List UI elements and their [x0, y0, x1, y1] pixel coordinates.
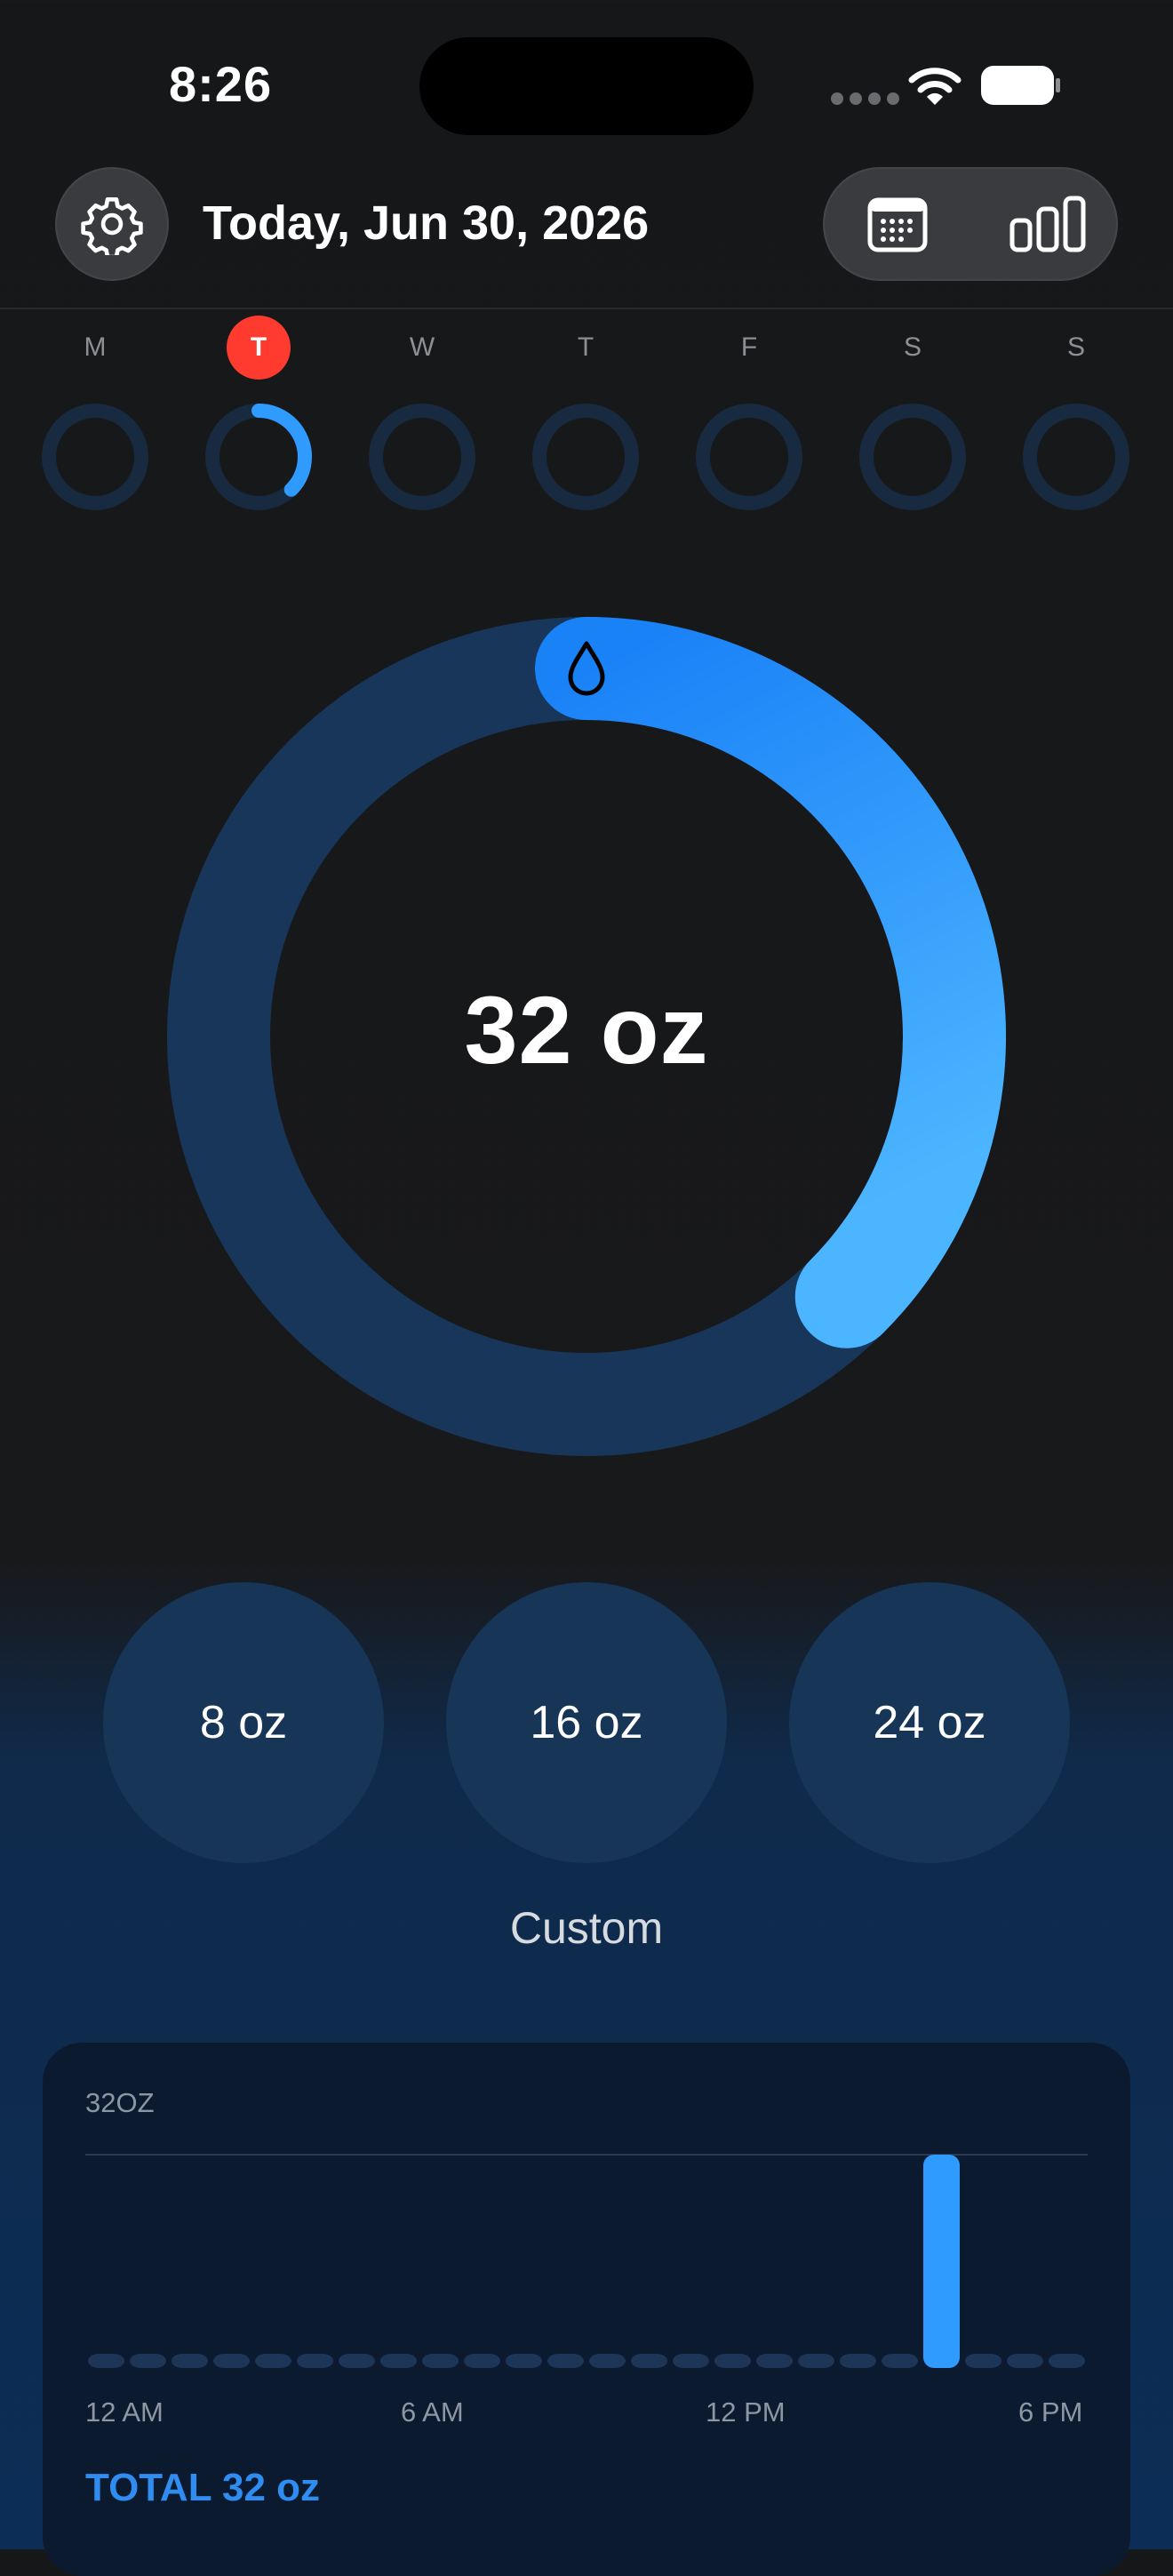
x-tick-label: 12 PM [706, 2396, 786, 2428]
day-letter: S [903, 332, 922, 362]
chart-bar [255, 2354, 291, 2368]
day-ring-track [1023, 404, 1129, 510]
intake-amount: 32 oz [464, 976, 709, 1084]
chart-bar [923, 2155, 960, 2368]
status-time: 8:26 [169, 56, 273, 112]
chart-bar [756, 2354, 793, 2368]
battery-icon [981, 66, 1060, 105]
day-progress-ring[interactable] [1021, 402, 1131, 512]
date-title: Today, Jun 30, 2026 [203, 196, 650, 250]
y-axis-max-label: 32OZ [85, 2087, 155, 2118]
view-switcher[interactable] [823, 167, 1118, 281]
header-divider [0, 308, 1173, 309]
x-tick-label: 6 AM [401, 2396, 464, 2428]
x-tick-label: 12 AM [85, 2396, 164, 2428]
chart-bar [213, 2354, 250, 2368]
total-intake-label: TOTAL 32 oz [85, 2466, 321, 2509]
day-ring-track [42, 404, 148, 510]
chart-bar [589, 2354, 626, 2368]
add-16oz-button[interactable]: 16 oz [446, 1582, 727, 1863]
day-column[interactable]: S [1023, 327, 1129, 368]
cellular-signal-icon [831, 92, 899, 105]
chart-bar [130, 2354, 166, 2368]
wifi-icon [908, 68, 962, 105]
settings-button[interactable] [55, 167, 169, 281]
day-ring-track [859, 404, 966, 510]
day-ring-progress [251, 404, 312, 497]
day-column[interactable]: T [205, 316, 312, 380]
chart-bar [380, 2354, 417, 2368]
chart-bar [506, 2354, 542, 2368]
chart-bar [297, 2354, 333, 2368]
hourly-intake-chart: 32OZ 12 AM 6 AM 12 PM 6 PM TOTAL 32 oz [43, 2043, 1130, 2576]
day-ring-track [532, 404, 639, 510]
day-letter: T [577, 332, 594, 362]
day-letter: M [84, 332, 107, 362]
chart-bar [798, 2354, 834, 2368]
add-24oz-button[interactable]: 24 oz [789, 1582, 1070, 1863]
day-column[interactable]: S [859, 327, 966, 368]
gear-icon [81, 196, 143, 255]
chart-bar [88, 2354, 124, 2368]
chart-bar [1007, 2354, 1043, 2368]
chart-bar [882, 2354, 918, 2368]
bar-chart-icon[interactable] [1009, 196, 1086, 252]
today-day-badge: T [227, 316, 291, 380]
day-column[interactable]: F [696, 327, 802, 368]
chart-bar [714, 2354, 751, 2368]
chart-bar [673, 2354, 709, 2368]
custom-amount-button[interactable]: Custom [409, 1902, 764, 1954]
day-column[interactable]: W [369, 327, 475, 368]
day-progress-ring[interactable] [203, 402, 314, 512]
add-8oz-button[interactable]: 8 oz [103, 1582, 384, 1863]
day-column[interactable]: M [42, 327, 148, 368]
day-letter: S [1066, 332, 1085, 362]
chart-bar [631, 2354, 667, 2368]
chart-bar [840, 2354, 876, 2368]
day-progress-ring[interactable] [694, 402, 804, 512]
day-progress-ring[interactable] [858, 402, 968, 512]
chart-bar [464, 2354, 500, 2368]
day-column[interactable]: T [532, 327, 639, 368]
chart-bar [1049, 2354, 1085, 2368]
chart-bar [339, 2354, 375, 2368]
day-progress-ring[interactable] [531, 402, 641, 512]
chart-bar [172, 2354, 208, 2368]
day-ring-track [369, 404, 475, 510]
chart-bar [965, 2354, 1001, 2368]
calendar-icon[interactable] [867, 197, 928, 252]
day-progress-ring[interactable] [40, 402, 150, 512]
chart-bar [422, 2354, 459, 2368]
dynamic-island [419, 37, 754, 135]
day-ring-track [696, 404, 802, 510]
day-progress-ring[interactable] [367, 402, 477, 512]
chart-bar [547, 2354, 584, 2368]
x-tick-label: 6 PM [1018, 2396, 1083, 2428]
day-letter: W [409, 332, 435, 362]
day-letter: F [740, 332, 758, 362]
